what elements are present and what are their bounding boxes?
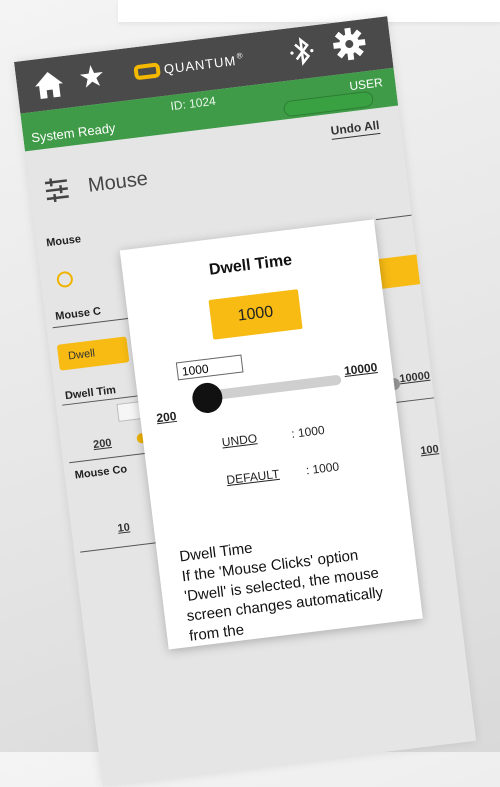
star-icon[interactable]: ★	[77, 59, 108, 95]
dwell-time-dialog: Dwell Time 1000 1000 10000 200 UNDO : 10…	[119, 219, 423, 650]
mouse-section-label: Mouse	[45, 233, 82, 250]
bluetooth-icon[interactable]	[285, 33, 319, 70]
dialog-description: Dwell Time If the 'Mouse Clicks' option …	[178, 521, 409, 647]
dialog-title: Dwell Time	[208, 251, 293, 279]
user-mode-toggle[interactable]	[282, 90, 375, 118]
undo-value: : 1000	[290, 422, 326, 441]
logo-text: QUANTUM	[163, 53, 238, 77]
mouse-control-label: Mouse Co	[74, 463, 128, 482]
system-status-text: System Ready	[30, 120, 117, 146]
slider-min-label: 200	[155, 408, 178, 426]
page-header: Mouse	[43, 167, 152, 219]
gear-icon[interactable]	[330, 25, 368, 63]
divider	[69, 452, 149, 464]
logo-registered-mark: ®	[236, 51, 245, 61]
phone-screen: ★ QUANTUM® System Ready ID: 1024 USER Un…	[14, 16, 477, 787]
mouse-mode-radio[interactable]	[55, 270, 74, 289]
control-min-label: 10	[116, 521, 131, 535]
user-mode-label: USER	[348, 75, 384, 94]
dwell-value-input[interactable]: 1000	[175, 354, 244, 381]
page-title: Mouse	[86, 167, 149, 197]
top-card	[118, 0, 500, 22]
divider	[80, 541, 160, 553]
dwell-min-label: 200	[92, 437, 113, 452]
control-max-label: 100	[419, 443, 440, 458]
dwell-option-button[interactable]: Dwell	[56, 336, 130, 371]
undo-button[interactable]: UNDO	[221, 431, 258, 449]
undo-all-button[interactable]: Undo All	[329, 118, 381, 140]
logo-mark-icon	[133, 62, 161, 81]
default-value: : 1000	[305, 459, 340, 478]
quantum-logo: QUANTUM®	[133, 51, 245, 86]
current-value-display: 1000	[208, 289, 303, 340]
default-button[interactable]: DEFAULT	[226, 467, 280, 487]
slider-max-label: 10000	[343, 360, 379, 379]
divider	[375, 214, 412, 221]
mouse-clicks-label: Mouse C	[54, 305, 102, 323]
dwell-max-label: 10000	[398, 369, 431, 386]
dwell-slider-thumb[interactable]	[190, 381, 225, 415]
sliders-icon	[44, 178, 69, 203]
home-icon[interactable]	[31, 68, 66, 102]
device-id: ID: 1024	[169, 93, 217, 114]
